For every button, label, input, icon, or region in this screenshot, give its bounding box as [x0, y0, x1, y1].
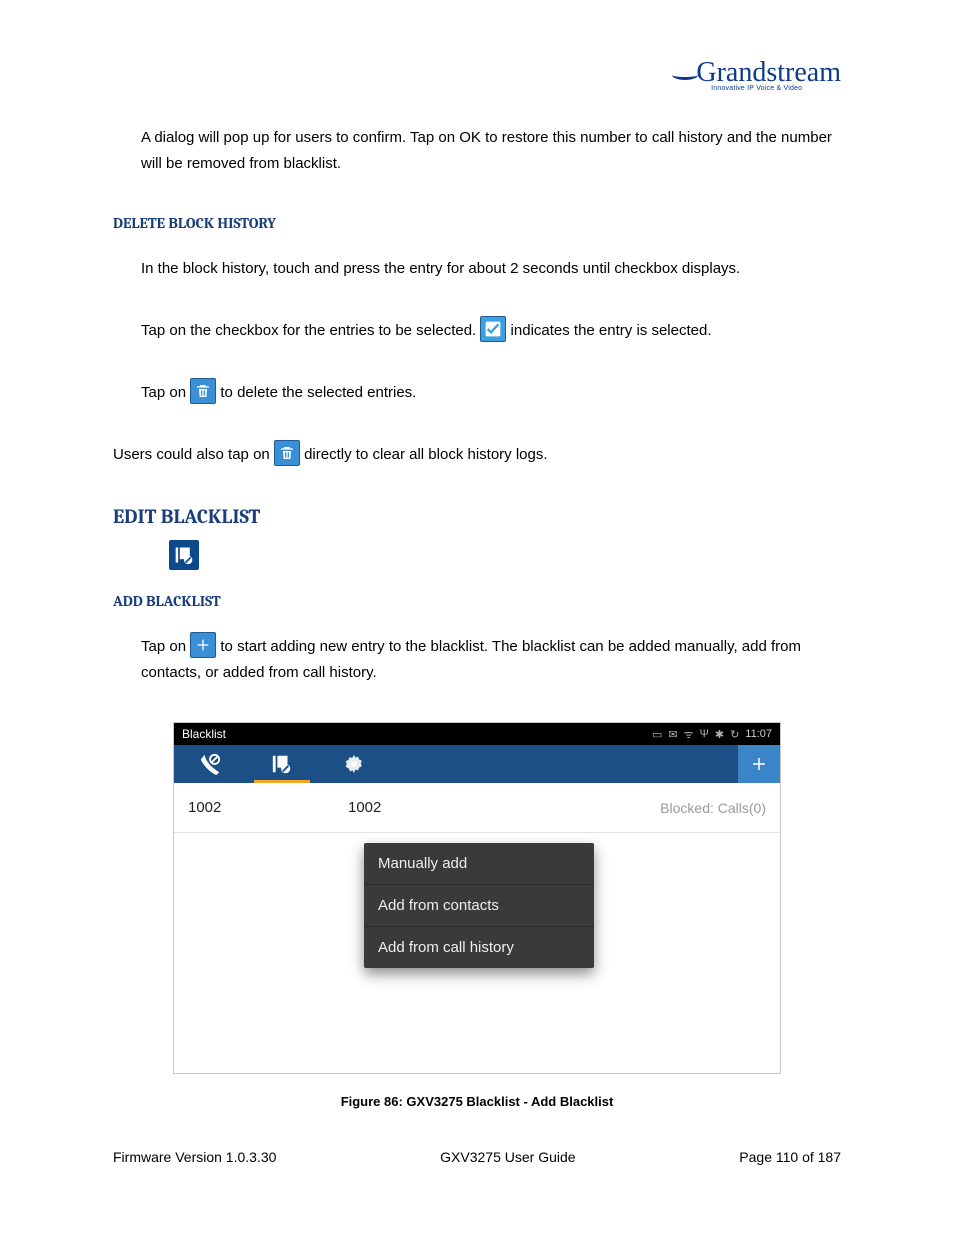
tab-block-history[interactable]: [174, 745, 246, 783]
tab-blacklist[interactable]: [246, 745, 318, 783]
tab-settings[interactable]: [318, 745, 390, 783]
add-method-menu: Manually add Add from contacts Add from …: [364, 843, 594, 968]
ab-line1a: Tap on: [141, 638, 190, 655]
logo-text: Grandstream: [696, 57, 841, 88]
trash-icon: [274, 440, 300, 466]
figure-caption: Figure 86: GXV3275 Blacklist - Add Black…: [113, 1094, 841, 1109]
menu-add-from-contacts[interactable]: Add from contacts: [364, 885, 594, 927]
heading-add-blacklist: ADD BLACKLIST: [113, 592, 841, 610]
blacklist-tab-icon: [169, 540, 841, 570]
hd-icon: ▭: [652, 728, 662, 741]
voicemail-icon: ✉: [668, 728, 677, 741]
footer-title: GXV3275 User Guide: [440, 1149, 575, 1165]
screenshot-body: Manually add Add from contacts Add from …: [174, 833, 780, 1073]
plus-icon: [190, 632, 216, 658]
blacklist-entry-row[interactable]: 1002 1002 Blocked: Calls(0): [174, 783, 780, 833]
entry-name: 1002: [188, 799, 348, 816]
dbh-line2b: indicates the entry is selected.: [511, 322, 712, 339]
dbh-line3b: to delete the selected entries.: [220, 384, 416, 401]
screenshot-add-blacklist: Blacklist ▭ ✉ ᯤ Ψ ✱ ↻ 11:07: [173, 722, 781, 1074]
trash-icon: [190, 378, 216, 404]
dbh-line2a: Tap on the checkbox for the entries to b…: [141, 322, 480, 339]
dbh-line1: In the block history, touch and press th…: [141, 256, 841, 282]
ab-line1b: to start adding new entry to the blackli…: [141, 638, 801, 681]
entry-stat: Blocked: Calls(0): [660, 800, 766, 816]
checkbox-selected-icon: [480, 316, 506, 342]
menu-manually-add[interactable]: Manually add: [364, 843, 594, 885]
footer-firmware: Firmware Version 1.0.3.30: [113, 1149, 276, 1165]
tab-bar: [174, 745, 780, 783]
dbh-line4: Users could also tap on directly to clea…: [113, 442, 841, 468]
dbh-line4a: Users could also tap on: [113, 446, 274, 463]
brand-logo: Grandstream Innovative IP Voice & Video: [113, 60, 841, 95]
footer-page: Page 110 of 187: [739, 1149, 841, 1165]
menu-add-from-call-history[interactable]: Add from call history: [364, 927, 594, 968]
status-time: 11:07: [745, 728, 772, 740]
heading-edit-blacklist: EDIT BLACKLIST: [113, 505, 841, 528]
screenshot-title: Blacklist: [182, 727, 226, 741]
page-footer: Firmware Version 1.0.3.30 GXV3275 User G…: [113, 1149, 841, 1165]
sync-icon: ↻: [730, 728, 739, 741]
wifi-icon: ᯤ: [684, 727, 694, 742]
intro-paragraph: A dialog will pop up for users to confir…: [141, 125, 841, 178]
usb-icon: Ψ: [700, 728, 709, 740]
bluetooth-icon: ✱: [715, 728, 724, 741]
dbh-line2: Tap on the checkbox for the entries to b…: [141, 318, 841, 344]
add-button[interactable]: [738, 745, 780, 783]
dbh-line4b: directly to clear all block history logs…: [304, 446, 547, 463]
entry-number: 1002: [348, 799, 660, 816]
heading-delete-block-history: DELETE BLOCK HISTORY: [113, 214, 841, 232]
android-status-bar: Blacklist ▭ ✉ ᯤ Ψ ✱ ↻ 11:07: [174, 723, 780, 745]
dbh-line3a: Tap on: [141, 384, 190, 401]
add-blacklist-para: Tap on to start adding new entry to the …: [141, 634, 841, 687]
dbh-line3: Tap on to delete the selected entries.: [141, 380, 841, 406]
